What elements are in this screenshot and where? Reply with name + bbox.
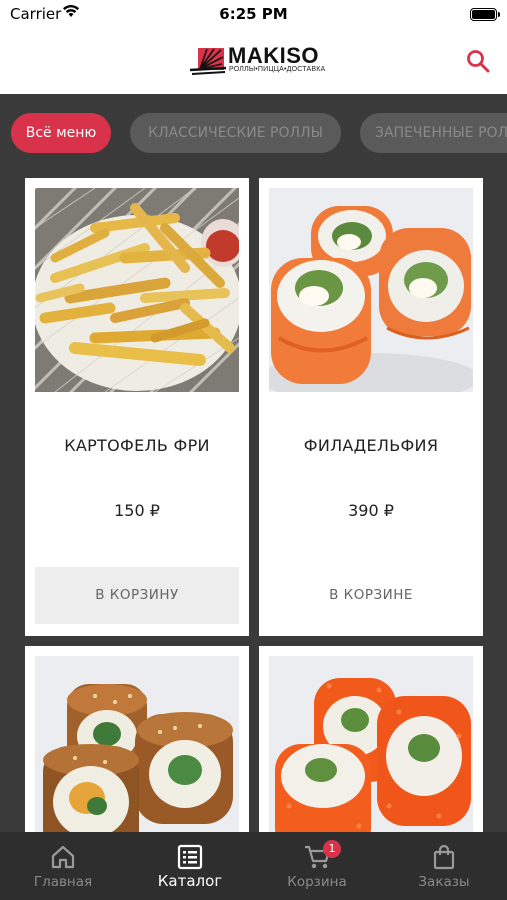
logo-fan-icon: [189, 48, 227, 75]
product-card[interactable]: ФИЛАДЕЛЬФИЯ 390 ₽ В КОРЗИНЕ: [259, 178, 483, 636]
makiso-logo[interactable]: MAKISO РОЛЛЫ•ПИЦЦА•ДОСТАВКА: [188, 43, 325, 77]
tab-home[interactable]: Главная: [0, 832, 126, 900]
bottom-tab-bar: Главная Каталог 1 Корзина Заказы: [0, 832, 507, 900]
product-card[interactable]: [259, 646, 483, 846]
tab-cart[interactable]: 1 Корзина: [254, 832, 380, 900]
catalog-icon: [177, 844, 203, 870]
product-image-fries[interactable]: [35, 188, 239, 392]
search-icon[interactable]: [465, 48, 491, 74]
add-to-cart-button[interactable]: В КОРЗИНУ: [35, 567, 239, 624]
california-picture: [269, 656, 473, 846]
category-chips: Всё меню КЛАССИЧЕСКИЕ РОЛЛЫ ЗАПЕЧЕННЫЕ Р…: [0, 94, 507, 174]
product-price: 150 ₽: [114, 501, 160, 520]
status-bar: Carrier 6:25 PM: [0, 0, 507, 30]
chip-baked-rolls[interactable]: ЗАПЕЧЕННЫЕ РОЛ: [360, 113, 507, 153]
home-icon: [51, 845, 75, 869]
battery-icon: [470, 8, 500, 21]
tab-label: Каталог: [157, 872, 223, 890]
in-cart-button[interactable]: В КОРЗИНЕ: [269, 567, 473, 624]
logo-subtitle: РОЛЛЫ•ПИЦЦА•ДОСТАВКА: [229, 66, 326, 73]
philadelphia-picture: [269, 188, 473, 392]
bag-icon: [433, 844, 455, 870]
tab-label: Заказы: [418, 874, 470, 890]
product-price: 390 ₽: [348, 501, 394, 520]
product-name: КАРТОФЕЛЬ ФРИ: [64, 436, 210, 455]
tab-label: Главная: [33, 874, 93, 890]
fries-picture: [35, 188, 239, 392]
tab-label: Корзина: [287, 874, 347, 890]
product-name: ФИЛАДЕЛЬФИЯ: [303, 436, 439, 455]
chip-classic-rolls[interactable]: КЛАССИЧЕСКИЕ РОЛЛЫ: [130, 113, 341, 153]
tab-orders[interactable]: Заказы: [381, 832, 507, 900]
product-image-california[interactable]: [269, 656, 473, 846]
cart-badge: 1: [323, 840, 341, 858]
tab-catalog[interactable]: Каталог: [127, 832, 253, 900]
chip-all-menu[interactable]: Всё меню: [11, 113, 111, 153]
product-image-baked-roll[interactable]: [35, 656, 239, 846]
product-image-philadelphia[interactable]: [269, 188, 473, 392]
product-card[interactable]: КАРТОФЕЛЬ ФРИ 150 ₽ В КОРЗИНУ: [25, 178, 249, 636]
product-card[interactable]: [25, 646, 249, 846]
baked-roll-picture: [35, 656, 239, 846]
app-header: MAKISO РОЛЛЫ•ПИЦЦА•ДОСТАВКА: [0, 30, 507, 94]
clock: 6:25 PM: [219, 5, 288, 23]
